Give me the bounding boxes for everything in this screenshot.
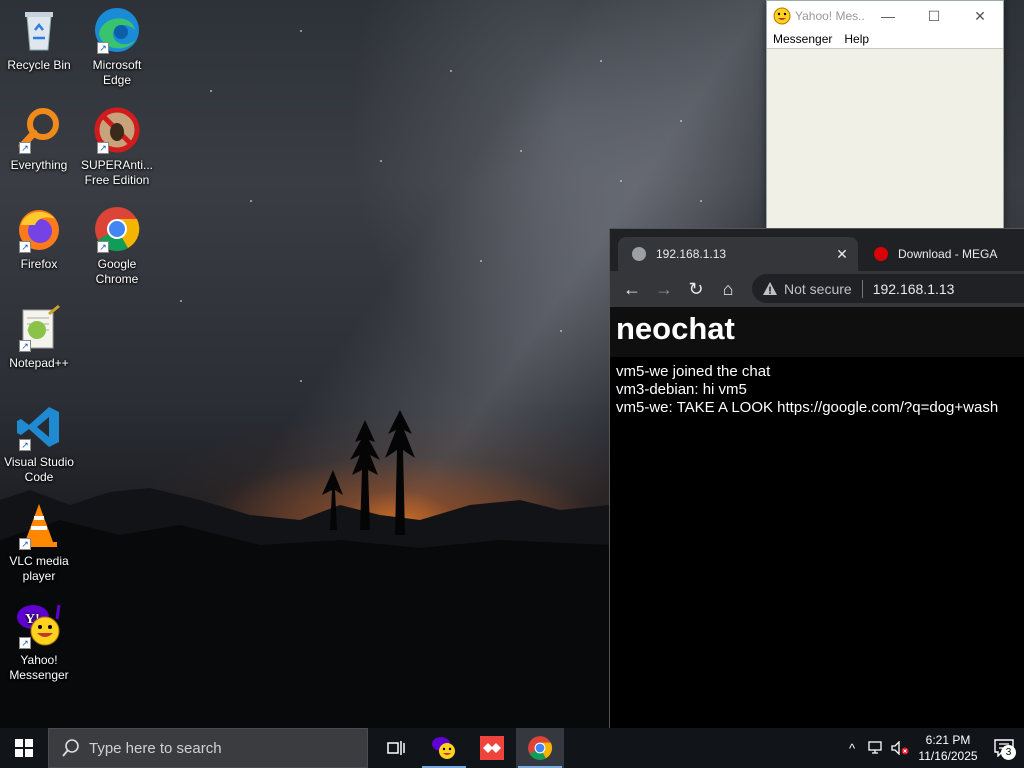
desktop-icon-everything[interactable]: ↗ Everything <box>0 106 78 173</box>
yahoo-messenger-icon <box>432 737 455 759</box>
desktop-icon-chrome[interactable]: ↗ Google Chrome <box>78 205 156 287</box>
shortcut-arrow-icon: ↗ <box>19 538 31 550</box>
shortcut-arrow-icon: ↗ <box>19 241 31 253</box>
omnibox-divider <box>861 279 863 298</box>
chrome-icon: ↗ <box>93 205 141 253</box>
page-content: neochat vm5-we joined the chat vm3-debia… <box>610 307 1024 728</box>
url-text[interactable]: 192.168.1.13 <box>873 281 955 297</box>
tab-neochat[interactable]: 192.168.1.13 ✕ <box>618 237 858 271</box>
shortcut-arrow-icon: ↗ <box>97 142 109 154</box>
security-label[interactable]: Not secure <box>784 281 852 297</box>
globe-icon <box>632 247 646 261</box>
desktop-icon-superantispyware[interactable]: ↗ SUPERAnti... Free Edition <box>78 106 156 188</box>
mega-icon <box>874 247 888 261</box>
tab-label: Download - MEGA <box>898 247 998 261</box>
shortcut-arrow-icon: ↗ <box>97 241 109 253</box>
task-view-icon <box>387 741 405 755</box>
notepadpp-icon: ↗ <box>15 304 63 352</box>
desktop-icon-recycle-bin[interactable]: Recycle Bin <box>0 6 78 73</box>
everything-icon: ↗ <box>15 106 63 154</box>
notification-badge: 3 <box>1001 745 1016 760</box>
desktop-icon-label: Recycle Bin <box>7 58 71 72</box>
taskbar-chrome[interactable] <box>516 728 564 768</box>
taskbar: Type here to search ^ 6:21 PM 11/16/2025… <box>0 728 1024 768</box>
yahoo-messenger-window[interactable]: Yahoo! Mes... — ☐ ✕ Messenger Help <box>766 0 1004 230</box>
tab-close-button[interactable]: ✕ <box>832 246 852 263</box>
browser-toolbar: ← → ↻ ⌂ Not secure 192.168.1.13 <box>610 271 1024 307</box>
shortcut-arrow-icon: ↗ <box>19 439 31 451</box>
menubar: Messenger Help <box>767 31 1003 49</box>
shortcut-arrow-icon: ↗ <box>19 637 31 649</box>
back-button[interactable]: ← <box>616 275 648 303</box>
desktop-icon-label: Visual Studio Code <box>4 455 74 484</box>
yahoo-messenger-icon: Y! ↗ <box>15 601 63 649</box>
taskbar-anydesk[interactable] <box>468 728 516 768</box>
system-tray: ^ 6:21 PM 11/16/2025 3 <box>840 728 1024 768</box>
desktop-icon-vlc[interactable]: ↗ VLC media player <box>0 502 78 584</box>
search-placeholder: Type here to search <box>89 739 222 757</box>
close-button[interactable]: ✕ <box>957 1 1003 31</box>
shortcut-arrow-icon: ↗ <box>97 42 109 54</box>
chat-message: vm5-we joined the chat <box>616 363 771 380</box>
firefox-icon: ↗ <box>15 205 63 253</box>
edge-icon: ↗ <box>93 6 141 54</box>
shortcut-arrow-icon: ↗ <box>19 142 31 154</box>
address-bar[interactable]: Not secure 192.168.1.13 <box>752 274 1024 303</box>
chat-message[interactable]: vm5-we: TAKE A LOOK https://google.com/?… <box>616 399 1019 417</box>
desktop-icon-label: VLC media player <box>9 554 69 583</box>
clock-date: 11/16/2025 <box>918 749 978 763</box>
menu-messenger[interactable]: Messenger <box>767 31 838 48</box>
tab-label: 192.168.1.13 <box>656 247 727 261</box>
task-view-button[interactable] <box>372 728 420 768</box>
taskbar-search-box[interactable]: Type here to search <box>48 728 368 768</box>
reload-button[interactable]: ↻ <box>680 275 712 303</box>
page-title: neochat <box>610 307 1024 357</box>
window-title: Yahoo! Mes... <box>795 9 865 23</box>
desktop-icon-label: Firefox <box>20 257 58 271</box>
chrome-window[interactable]: 192.168.1.13 ✕ Download - MEGA ← → ↻ ⌂ N… <box>609 228 1024 728</box>
recycle-bin-icon <box>15 6 63 54</box>
desktop-icon-firefox[interactable]: ↗ Firefox <box>0 205 78 272</box>
chat-message: vm3-debian: hi vm5 <box>616 381 747 398</box>
yahoo-smiley-icon <box>773 7 791 25</box>
vlc-icon: ↗ <box>15 502 63 550</box>
clock-time: 6:21 PM <box>925 733 971 747</box>
anydesk-icon <box>480 736 504 760</box>
volume-muted-icon[interactable] <box>888 728 912 768</box>
tab-strip: 192.168.1.13 ✕ Download - MEGA <box>610 229 1024 271</box>
desktop-icon-label: SUPERAnti... Free Edition <box>80 158 154 187</box>
shortcut-arrow-icon: ↗ <box>19 340 31 352</box>
desktop-icon-label: Notepad++ <box>9 356 69 370</box>
home-button[interactable]: ⌂ <box>712 275 744 303</box>
window-titlebar[interactable]: Yahoo! Mes... — ☐ ✕ <box>767 1 1003 31</box>
forward-button[interactable]: → <box>648 275 680 303</box>
windows-logo-icon <box>15 739 33 757</box>
minimize-button[interactable]: — <box>865 1 911 31</box>
network-icon[interactable] <box>864 728 888 768</box>
taskbar-yahoo-messenger[interactable] <box>420 728 468 768</box>
search-icon <box>62 739 79 757</box>
clock[interactable]: 6:21 PM 11/16/2025 <box>912 732 984 764</box>
desktop-icon-label: Microsoft Edge <box>92 58 142 87</box>
desktop-icon-vscode[interactable]: ↗ Visual Studio Code <box>0 403 78 485</box>
desktop-icon-edge[interactable]: ↗ Microsoft Edge <box>78 6 156 88</box>
desktop-icon-label: Everything <box>10 158 68 172</box>
action-center-button[interactable]: 3 <box>984 728 1024 768</box>
chat-messages: vm5-we joined the chat vm3-debian: hi vm… <box>610 357 1024 423</box>
desktop-icon-label: Yahoo! Messenger <box>9 653 69 682</box>
desktop-icon-label: Google Chrome <box>95 257 139 286</box>
menu-help[interactable]: Help <box>838 31 875 48</box>
desktop-icon-yahoo-messenger[interactable]: Y! ↗ Yahoo! Messenger <box>0 601 78 683</box>
warning-icon[interactable] <box>762 281 778 297</box>
show-hidden-icons-button[interactable]: ^ <box>840 728 864 768</box>
tab-mega[interactable]: Download - MEGA <box>860 237 1024 271</box>
superantispyware-icon: ↗ <box>93 106 141 154</box>
start-button[interactable] <box>0 728 48 768</box>
chrome-icon <box>528 736 553 760</box>
vscode-icon: ↗ <box>15 403 63 451</box>
desktop-icon-notepadpp[interactable]: ↗ Notepad++ <box>0 304 78 371</box>
maximize-button[interactable]: ☐ <box>911 1 957 31</box>
